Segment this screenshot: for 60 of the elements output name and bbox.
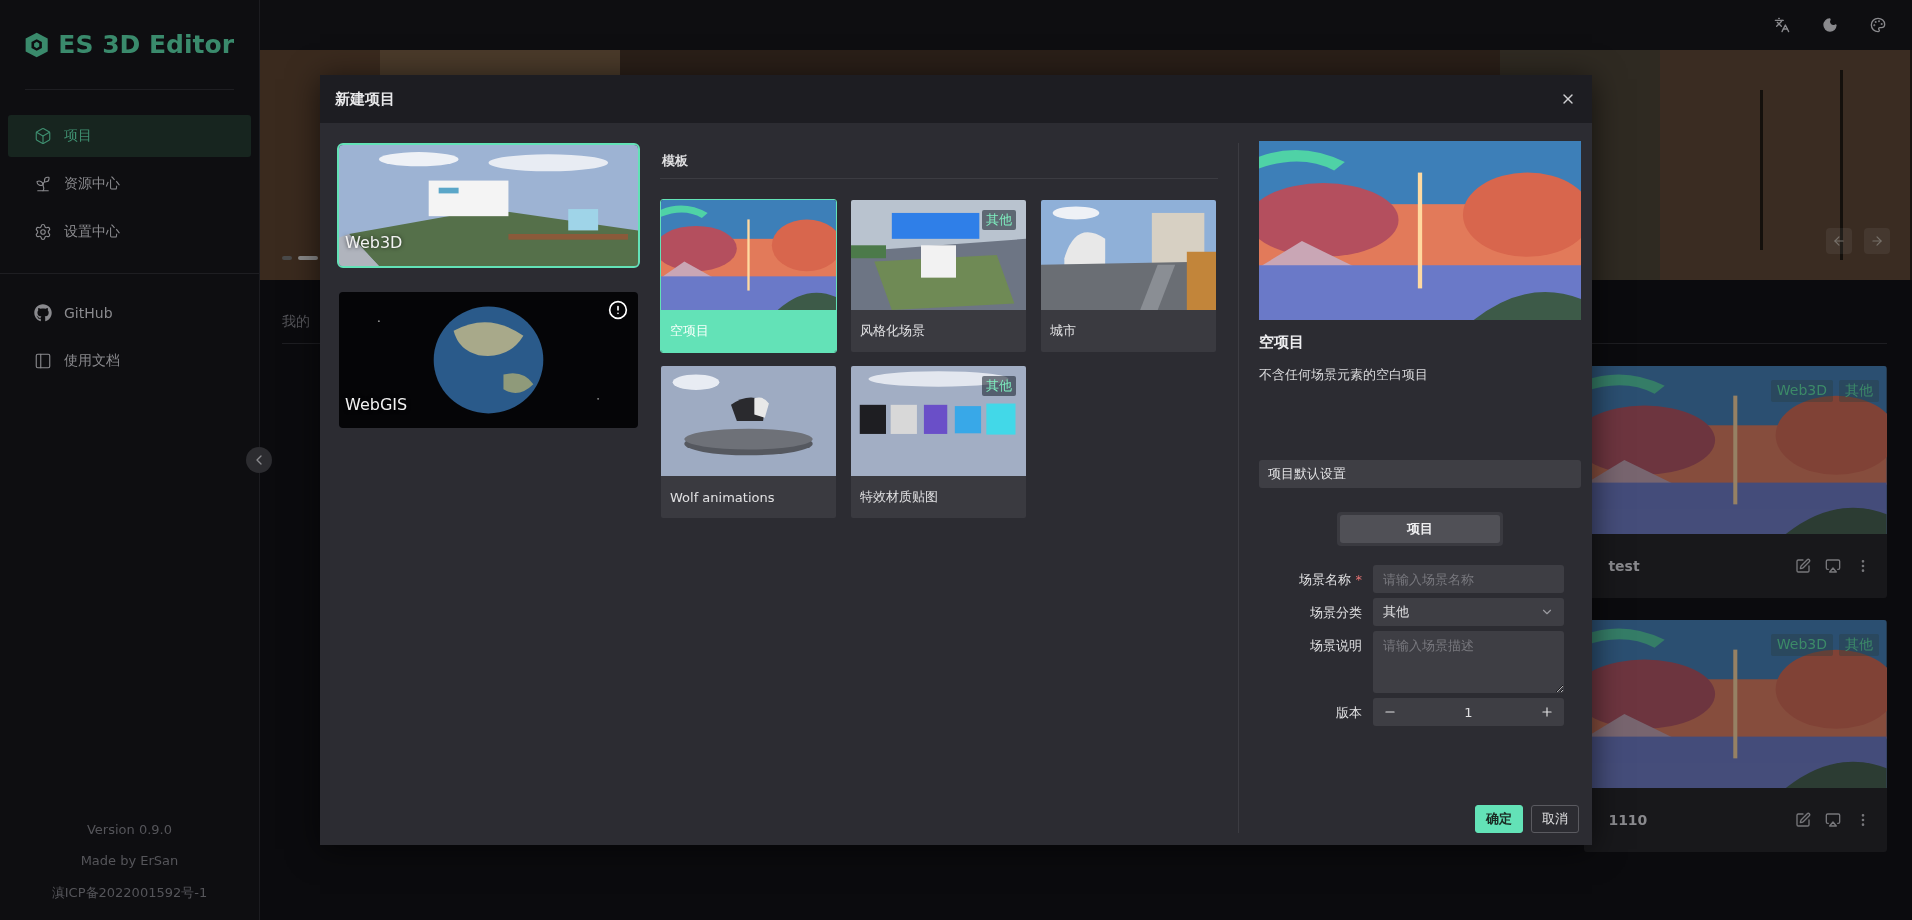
logo-text: ES 3D Editor bbox=[58, 30, 234, 59]
info-icon[interactable] bbox=[608, 300, 628, 320]
edit-icon bbox=[1795, 812, 1811, 828]
project-card[interactable]: Web3D 其他 1110 bbox=[1584, 620, 1887, 852]
moon-icon bbox=[1822, 17, 1838, 33]
plus-icon[interactable] bbox=[1540, 705, 1554, 719]
template-tag: 其他 bbox=[982, 376, 1016, 396]
nav-link[interactable]: 使用文档 bbox=[8, 340, 251, 382]
edit-button[interactable] bbox=[1795, 812, 1811, 828]
project-type-card[interactable]: WebGIS bbox=[337, 290, 640, 430]
template-description: 不含任何场景元素的空白项目 bbox=[1259, 366, 1429, 384]
template-label: 城市 bbox=[1041, 310, 1216, 352]
edit-icon bbox=[1795, 558, 1811, 574]
settings-icon bbox=[34, 223, 52, 241]
template-card[interactable]: Wolf animations bbox=[660, 365, 837, 519]
project-tag: 其他 bbox=[1839, 380, 1879, 402]
nav-item[interactable]: 项目 bbox=[8, 115, 251, 157]
edit-button[interactable] bbox=[1795, 558, 1811, 574]
translate-icon bbox=[1774, 17, 1790, 33]
project-name: 1110 bbox=[1608, 812, 1648, 828]
footer-text: 滇ICP备2022001592号-1 bbox=[51, 884, 208, 902]
form-label: 场景名称 * bbox=[1299, 571, 1362, 589]
template-label: Wolf animations bbox=[661, 476, 836, 518]
type-label: WebGIS bbox=[345, 395, 408, 414]
nav-item[interactable]: 设置中心 bbox=[8, 211, 251, 253]
github-icon bbox=[34, 304, 52, 322]
theme-button[interactable] bbox=[1822, 17, 1838, 33]
template-label: 空项目 bbox=[661, 310, 836, 352]
screen-icon bbox=[1825, 812, 1841, 828]
project-tag: Web3D bbox=[1770, 380, 1833, 402]
screen-icon bbox=[1825, 558, 1841, 574]
version-field[interactable]: 1 bbox=[1373, 698, 1564, 726]
template-label: 特效材质贴图 bbox=[851, 476, 1026, 518]
settings-title: 项目默认设置 bbox=[1268, 465, 1346, 483]
confirm-button[interactable]: 确定 bbox=[1475, 805, 1523, 833]
footer-text: Version 0.9.0 bbox=[87, 822, 172, 837]
category-select[interactable]: 其他 bbox=[1373, 598, 1564, 626]
nav-item[interactable]: 资源中心 bbox=[8, 163, 251, 205]
form-label: 场景说明 bbox=[1310, 637, 1362, 655]
palette-button[interactable] bbox=[1870, 17, 1886, 33]
present-button[interactable] bbox=[1825, 558, 1841, 574]
project-tag: Web3D bbox=[1770, 634, 1833, 656]
cancel-button[interactable]: 取消 bbox=[1531, 805, 1579, 833]
template-title: 空项目 bbox=[1259, 333, 1305, 352]
project-name: test bbox=[1608, 558, 1640, 574]
sprout-icon bbox=[34, 175, 52, 193]
nav-link[interactable]: GitHub bbox=[8, 292, 251, 334]
palette-icon bbox=[1870, 17, 1886, 33]
collapse-button[interactable] bbox=[246, 447, 272, 473]
cube-icon bbox=[34, 127, 52, 145]
translate-button[interactable] bbox=[1774, 17, 1790, 33]
form-label: 场景分类 bbox=[1310, 604, 1362, 622]
settings-tab[interactable]: 项目 bbox=[1340, 515, 1500, 543]
form-label: 版本 bbox=[1336, 704, 1362, 722]
template-card[interactable]: 其他 特效材质贴图 bbox=[850, 365, 1027, 519]
template-label: 风格化场景 bbox=[851, 310, 1026, 352]
present-button[interactable] bbox=[1825, 812, 1841, 828]
book-icon bbox=[34, 352, 52, 370]
footer-text: Made by ErSan bbox=[80, 853, 179, 868]
project-tag: 其他 bbox=[1839, 634, 1879, 656]
